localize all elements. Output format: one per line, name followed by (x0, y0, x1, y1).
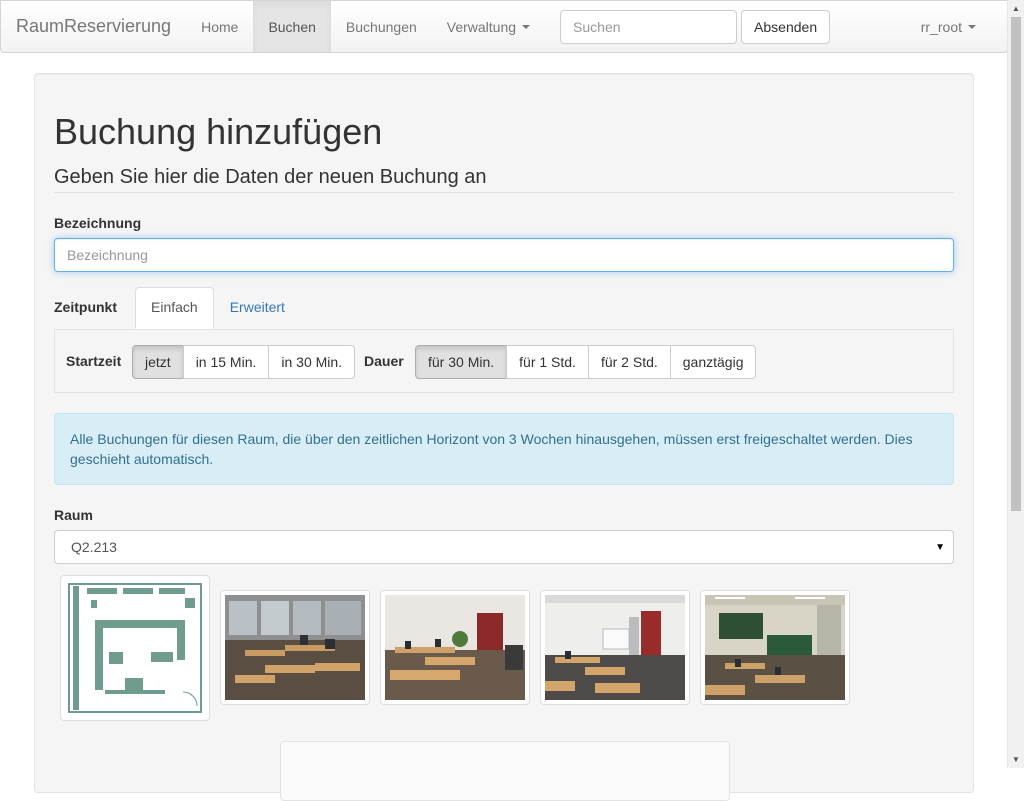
floorplan-image (65, 580, 205, 716)
nav-verwaltung-dropdown[interactable]: Verwaltung (432, 1, 545, 52)
duration-2h-button[interactable]: für 2 Std. (587, 345, 671, 379)
room-photo-image (545, 595, 685, 700)
tab-erweitert[interactable]: Erweitert (214, 287, 301, 329)
room-photo-thumbnail[interactable] (540, 590, 690, 705)
duration-1h-button[interactable]: für 1 Std. (506, 345, 589, 379)
start-time-buttons: jetzt in 15 Min. in 30 Min. (132, 345, 356, 379)
room-floorplan-thumbnail[interactable] (60, 575, 210, 721)
user-menu-dropdown[interactable]: rr_root (906, 1, 1007, 52)
booking-form-container: Buchung hinzufügen Geben Sie hier die Da… (34, 73, 974, 801)
simple-time-panel: Startzeit jetzt in 15 Min. in 30 Min. Da… (54, 329, 954, 393)
nav-verwaltung-label: Verwaltung (446, 18, 517, 35)
duration-30min-button[interactable]: für 30 Min. (415, 345, 508, 379)
start-time-label: Startzeit (66, 353, 122, 369)
caret-down-icon (522, 24, 531, 29)
room-gallery (60, 575, 960, 725)
main-nav: Home Buchen Buchungen Verwaltung (186, 1, 545, 52)
info-alert: Alle Buchungen für diesen Raum, die über… (54, 413, 954, 485)
top-navbar: RaumReservierung Home Buchen Buchungen V… (0, 0, 1008, 53)
search-form: Absenden (560, 1, 831, 52)
select-arrow-icon: ▼ (935, 541, 945, 553)
duration-buttons: für 30 Min. für 1 Std. für 2 Std. ganztä… (415, 345, 757, 379)
name-label: Bezeichnung (54, 215, 142, 231)
start-15min-button[interactable]: in 15 Min. (182, 345, 270, 379)
brand-link[interactable]: RaumReservierung (1, 1, 186, 52)
start-30min-button[interactable]: in 30 Min. (268, 345, 356, 379)
divider (54, 192, 954, 193)
room-photo-image (385, 595, 525, 700)
nav-home[interactable]: Home (186, 1, 253, 52)
tab-einfach[interactable]: Einfach (135, 287, 214, 329)
start-now-button[interactable]: jetzt (132, 345, 184, 379)
page-title: Buchung hinzufügen (54, 111, 383, 152)
room-photo-image (225, 595, 365, 700)
time-tabs: Einfach Erweitert (135, 287, 301, 330)
scroll-up-icon[interactable]: ▲ (1008, 0, 1024, 17)
user-name: rr_root (920, 18, 962, 35)
scroll-down-icon[interactable]: ▼ (1008, 751, 1024, 768)
room-photo-thumbnail[interactable] (700, 590, 850, 705)
scrollbar-thumb[interactable] (1011, 17, 1021, 511)
duration-allday-button[interactable]: ganztägig (669, 345, 757, 379)
page-scrollbar[interactable]: ▲ ▼ (1007, 0, 1024, 768)
nav-buchen[interactable]: Buchen (253, 1, 331, 52)
page-subtitle: Geben Sie hier die Daten der neuen Buchu… (54, 166, 487, 188)
caret-down-icon (968, 24, 976, 29)
room-photo-thumbnail[interactable] (380, 590, 530, 705)
room-photo-thumbnail[interactable] (220, 590, 370, 705)
duration-label: Dauer (364, 353, 404, 369)
booking-name-input[interactable] (54, 238, 954, 272)
search-submit-button[interactable]: Absenden (741, 9, 831, 44)
search-input[interactable] (560, 9, 738, 44)
bottom-panel (280, 741, 730, 801)
room-select-value: Q2.213 (71, 539, 117, 555)
nav-buchungen[interactable]: Buchungen (331, 1, 432, 52)
room-select[interactable]: Q2.213 ▼ (54, 530, 954, 564)
room-photo-image (705, 595, 845, 700)
room-label: Raum (54, 507, 93, 523)
time-label: Zeitpunkt (54, 299, 117, 315)
